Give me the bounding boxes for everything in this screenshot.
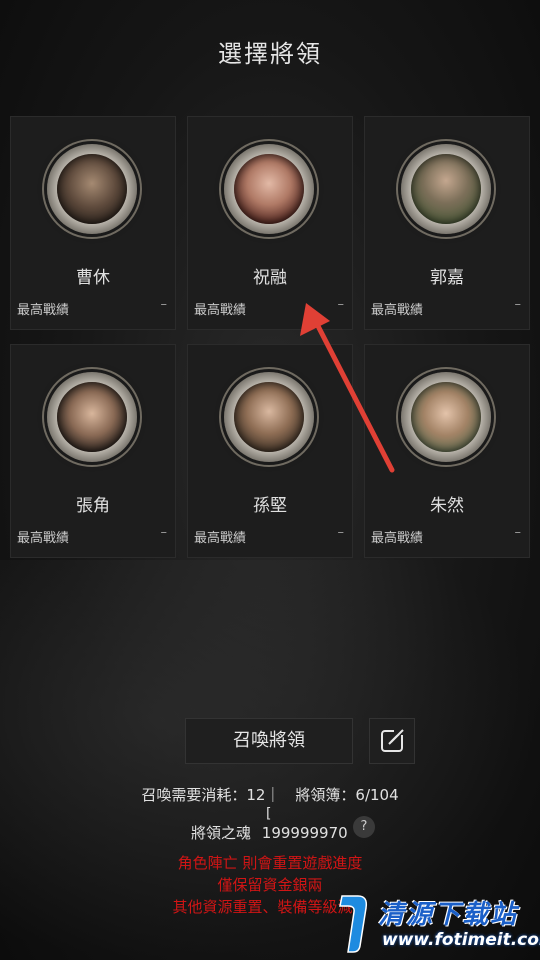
general-portrait bbox=[224, 144, 314, 234]
general-name: 祝融 bbox=[253, 268, 287, 288]
general-soul-line: 將領之魂 199999970 bbox=[191, 822, 348, 843]
general-grid: 曹休 最高戰績 – 祝融 最高戰績 – 郭嘉 最高戰績 – 張角 最高戰績 – … bbox=[10, 116, 530, 558]
general-portrait bbox=[224, 372, 314, 462]
watermark-url: www.fotimeit.com bbox=[382, 930, 540, 950]
bracket-glyph: [ bbox=[266, 806, 272, 822]
record-value: – bbox=[160, 525, 168, 540]
general-card-zhang-jiao[interactable]: 張角 最高戰績 – bbox=[10, 344, 176, 558]
record-label: 最高戰績 bbox=[17, 303, 70, 318]
soul-label: 將領之魂 bbox=[191, 824, 252, 842]
record-label: 最高戰績 bbox=[194, 303, 247, 318]
summon-general-button[interactable]: 召喚將領 bbox=[185, 718, 353, 764]
general-portrait bbox=[401, 144, 491, 234]
watermark-text: 清源下载站 bbox=[378, 900, 519, 930]
record-label: 最高戰績 bbox=[194, 531, 247, 546]
record-value: – bbox=[514, 525, 522, 540]
record-value: – bbox=[160, 297, 168, 312]
edit-icon bbox=[381, 729, 404, 752]
general-portrait bbox=[47, 144, 137, 234]
general-card-sun-jian[interactable]: 孫堅 最高戰績 – bbox=[187, 344, 353, 558]
general-portrait bbox=[47, 372, 137, 462]
general-card-guo-jia[interactable]: 郭嘉 最高戰績 – bbox=[364, 116, 530, 330]
general-name: 郭嘉 bbox=[430, 268, 464, 288]
record-label: 最高戰績 bbox=[371, 531, 424, 546]
record-value: – bbox=[337, 297, 345, 312]
record-value: – bbox=[514, 297, 522, 312]
general-portrait bbox=[401, 372, 491, 462]
watermark-logo-icon bbox=[339, 895, 368, 953]
record-label: 最高戰績 bbox=[371, 303, 424, 318]
general-card-cao-xiu[interactable]: 曹休 最高戰績 – bbox=[10, 116, 176, 330]
general-name: 朱然 bbox=[430, 496, 464, 516]
warning-line-1: 角色陣亡 則會重置遊戲進度 bbox=[177, 854, 363, 872]
general-name: 曹休 bbox=[76, 268, 110, 288]
general-name: 孫堅 bbox=[253, 496, 287, 516]
summon-cost-text: 召喚需要消耗：12｜ 將領簿：6/104 bbox=[141, 786, 399, 804]
page-title: 選擇將領 bbox=[218, 40, 322, 68]
site-watermark: 清源下载站 www.fotimeit.com bbox=[338, 888, 540, 958]
edit-button[interactable] bbox=[369, 718, 415, 764]
record-value: – bbox=[337, 525, 345, 540]
general-card-zhu-rong[interactable]: 祝融 最高戰績 – bbox=[187, 116, 353, 330]
record-label: 最高戰績 bbox=[17, 531, 70, 546]
question-icon[interactable]: ? bbox=[353, 816, 375, 838]
general-name: 張角 bbox=[76, 496, 110, 516]
soul-value: 199999970 bbox=[261, 824, 348, 842]
general-card-zhu-ran[interactable]: 朱然 最高戰績 – bbox=[364, 344, 530, 558]
